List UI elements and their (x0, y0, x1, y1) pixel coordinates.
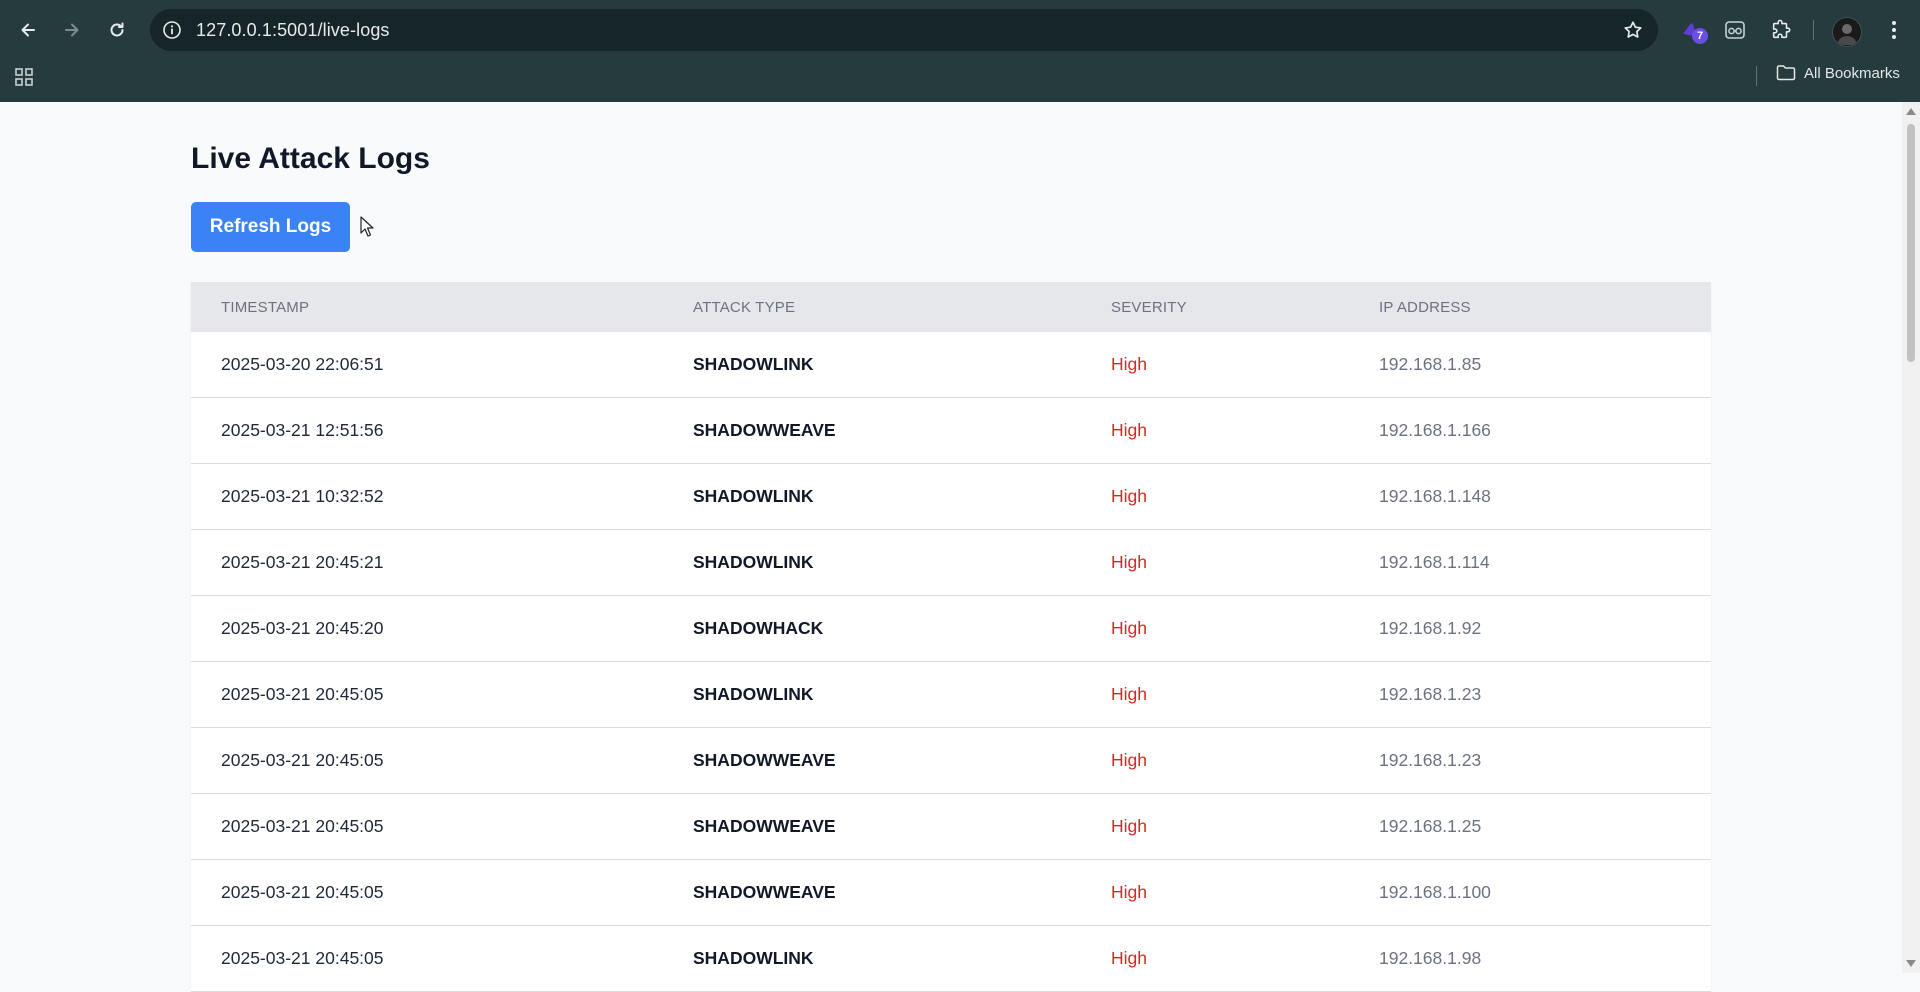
refresh-logs-button[interactable]: Refresh Logs (191, 202, 350, 252)
ip-address-cell: 192.168.1.85 (1349, 332, 1711, 398)
timestamp-cell: 2025-03-21 12:51:56 (191, 397, 663, 464)
table-row: 2025-03-21 20:45:05 SHADOWWEAVE High 192… (191, 727, 1711, 794)
browser-chrome: 127.0.0.1:5001/live-logs 7 All Bookmarks (0, 0, 1920, 102)
ip-address-cell: 192.168.1.23 (1349, 661, 1711, 728)
scrollbar-thumb[interactable] (1907, 124, 1915, 362)
reader-extension-button[interactable] (1721, 16, 1749, 44)
table-row: 2025-03-21 10:32:52 SHADOWLINK High 192.… (191, 463, 1711, 530)
ip-address-cell: 192.168.1.92 (1349, 595, 1711, 662)
column-header-timestamp: TIMESTAMP (221, 298, 310, 316)
ip-address-cell: 192.168.1.25 (1349, 793, 1711, 860)
page-title: Live Attack Logs (191, 142, 430, 175)
forward-arrow-icon (65, 23, 79, 37)
timestamp-cell: 2025-03-21 20:45:05 (191, 661, 663, 728)
severity-cell: High (1081, 595, 1349, 662)
back-arrow-icon (21, 23, 35, 37)
ip-address-cell: 192.168.1.23 (1349, 727, 1711, 794)
severity-cell: High (1081, 332, 1349, 398)
bookmarks-separator (1756, 66, 1757, 86)
attack-type-cell: SHADOWHACK (663, 595, 1081, 662)
table-row: 2025-03-21 20:45:05 SHADOWLINK High 192.… (191, 661, 1711, 728)
timestamp-cell: 2025-03-21 20:45:05 (191, 727, 663, 794)
attack-type-cell: SHADOWLINK (663, 463, 1081, 530)
timestamp-cell: 2025-03-21 10:32:52 (191, 463, 663, 530)
severity-cell: High (1081, 925, 1349, 992)
attack-type-cell: SHADOWWEAVE (663, 727, 1081, 794)
all-bookmarks-button[interactable]: All Bookmarks (1776, 64, 1900, 82)
table-row: 2025-03-21 20:45:05 SHADOWLINK High 192.… (191, 925, 1711, 992)
profile-avatar[interactable] (1832, 17, 1862, 47)
scroll-down-arrow-icon[interactable] (1906, 960, 1916, 967)
table-header-row: TIMESTAMP ATTACK TYPE SEVERITY IP ADDRES… (191, 282, 1711, 332)
timestamp-cell: 2025-03-21 20:45:20 (191, 595, 663, 662)
reload-button[interactable] (101, 14, 133, 46)
browser-toolbar: 127.0.0.1:5001/live-logs 7 (0, 0, 1920, 60)
more-vertical-icon (1892, 21, 1896, 39)
table-row: 2025-03-21 12:51:56 SHADOWWEAVE High 192… (191, 397, 1711, 464)
ip-address-cell: 192.168.1.100 (1349, 859, 1711, 926)
extension-badge: 7 (1692, 28, 1708, 44)
table-row: 2025-03-21 20:45:05 SHADOWWEAVE High 192… (191, 793, 1711, 860)
severity-cell: High (1081, 859, 1349, 926)
table-row: 2025-03-20 22:06:51 SHADOWLINK High 192.… (191, 332, 1711, 398)
ip-address-cell: 192.168.1.98 (1349, 925, 1711, 992)
attack-type-cell: SHADOWWEAVE (663, 793, 1081, 860)
attack-type-cell: SHADOWLINK (663, 925, 1081, 992)
reload-icon (110, 22, 124, 37)
column-header-severity: SEVERITY (1111, 298, 1187, 316)
table-row: 2025-03-21 20:45:20 SHADOWHACK High 192.… (191, 595, 1711, 662)
forward-button[interactable] (56, 14, 88, 46)
severity-cell: High (1081, 793, 1349, 860)
severity-cell: High (1081, 529, 1349, 596)
ip-address-cell: 192.168.1.148 (1349, 463, 1711, 530)
timestamp-cell: 2025-03-21 20:45:05 (191, 859, 663, 926)
all-bookmarks-label: All Bookmarks (1804, 64, 1900, 82)
glasses-icon (1725, 21, 1745, 39)
attack-type-cell: SHADOWWEAVE (663, 859, 1081, 926)
timestamp-cell: 2025-03-21 20:45:05 (191, 925, 663, 992)
bookmarks-bar (0, 60, 1920, 102)
extensions-button[interactable] (1767, 16, 1795, 44)
attack-type-cell: SHADOWLINK (663, 529, 1081, 596)
back-button[interactable] (12, 14, 44, 46)
column-header-attack-type: ATTACK TYPE (693, 298, 796, 316)
attack-logs-table: TIMESTAMP ATTACK TYPE SEVERITY IP ADDRES… (191, 282, 1711, 992)
ip-address-cell: 192.168.1.166 (1349, 397, 1711, 464)
apps-grid-icon (15, 68, 33, 86)
table-row: 2025-03-21 20:45:05 SHADOWWEAVE High 192… (191, 859, 1711, 926)
ip-address-cell: 192.168.1.114 (1349, 529, 1711, 596)
severity-cell: High (1081, 661, 1349, 728)
mouse-cursor-icon (360, 216, 374, 237)
timestamp-cell: 2025-03-21 20:45:05 (191, 793, 663, 860)
folder-icon (1776, 65, 1796, 81)
attack-type-cell: SHADOWLINK (663, 332, 1081, 398)
puzzle-icon (1772, 19, 1791, 39)
apps-button[interactable] (14, 67, 34, 92)
toolbar-separator (1813, 20, 1814, 40)
severity-cell: High (1081, 463, 1349, 530)
scroll-up-arrow-icon[interactable] (1906, 108, 1916, 115)
page-scrollbar[interactable] (1902, 102, 1920, 973)
bookmark-star-icon[interactable] (1622, 19, 1644, 41)
table-row: 2025-03-21 20:45:21 SHADOWLINK High 192.… (191, 529, 1711, 596)
extension-button[interactable]: 7 (1678, 16, 1708, 44)
address-bar[interactable]: 127.0.0.1:5001/live-logs (150, 9, 1658, 51)
severity-cell: High (1081, 727, 1349, 794)
attack-type-cell: SHADOWLINK (663, 661, 1081, 728)
url-text[interactable]: 127.0.0.1:5001/live-logs (196, 20, 390, 41)
site-info-icon[interactable] (162, 20, 182, 40)
timestamp-cell: 2025-03-21 20:45:21 (191, 529, 663, 596)
avatar-icon (1837, 24, 1857, 45)
timestamp-cell: 2025-03-20 22:06:51 (191, 332, 663, 398)
column-header-ip-address: IP ADDRESS (1379, 298, 1471, 316)
severity-cell: High (1081, 397, 1349, 464)
browser-menu-button[interactable] (1880, 16, 1908, 44)
attack-type-cell: SHADOWWEAVE (663, 397, 1081, 464)
